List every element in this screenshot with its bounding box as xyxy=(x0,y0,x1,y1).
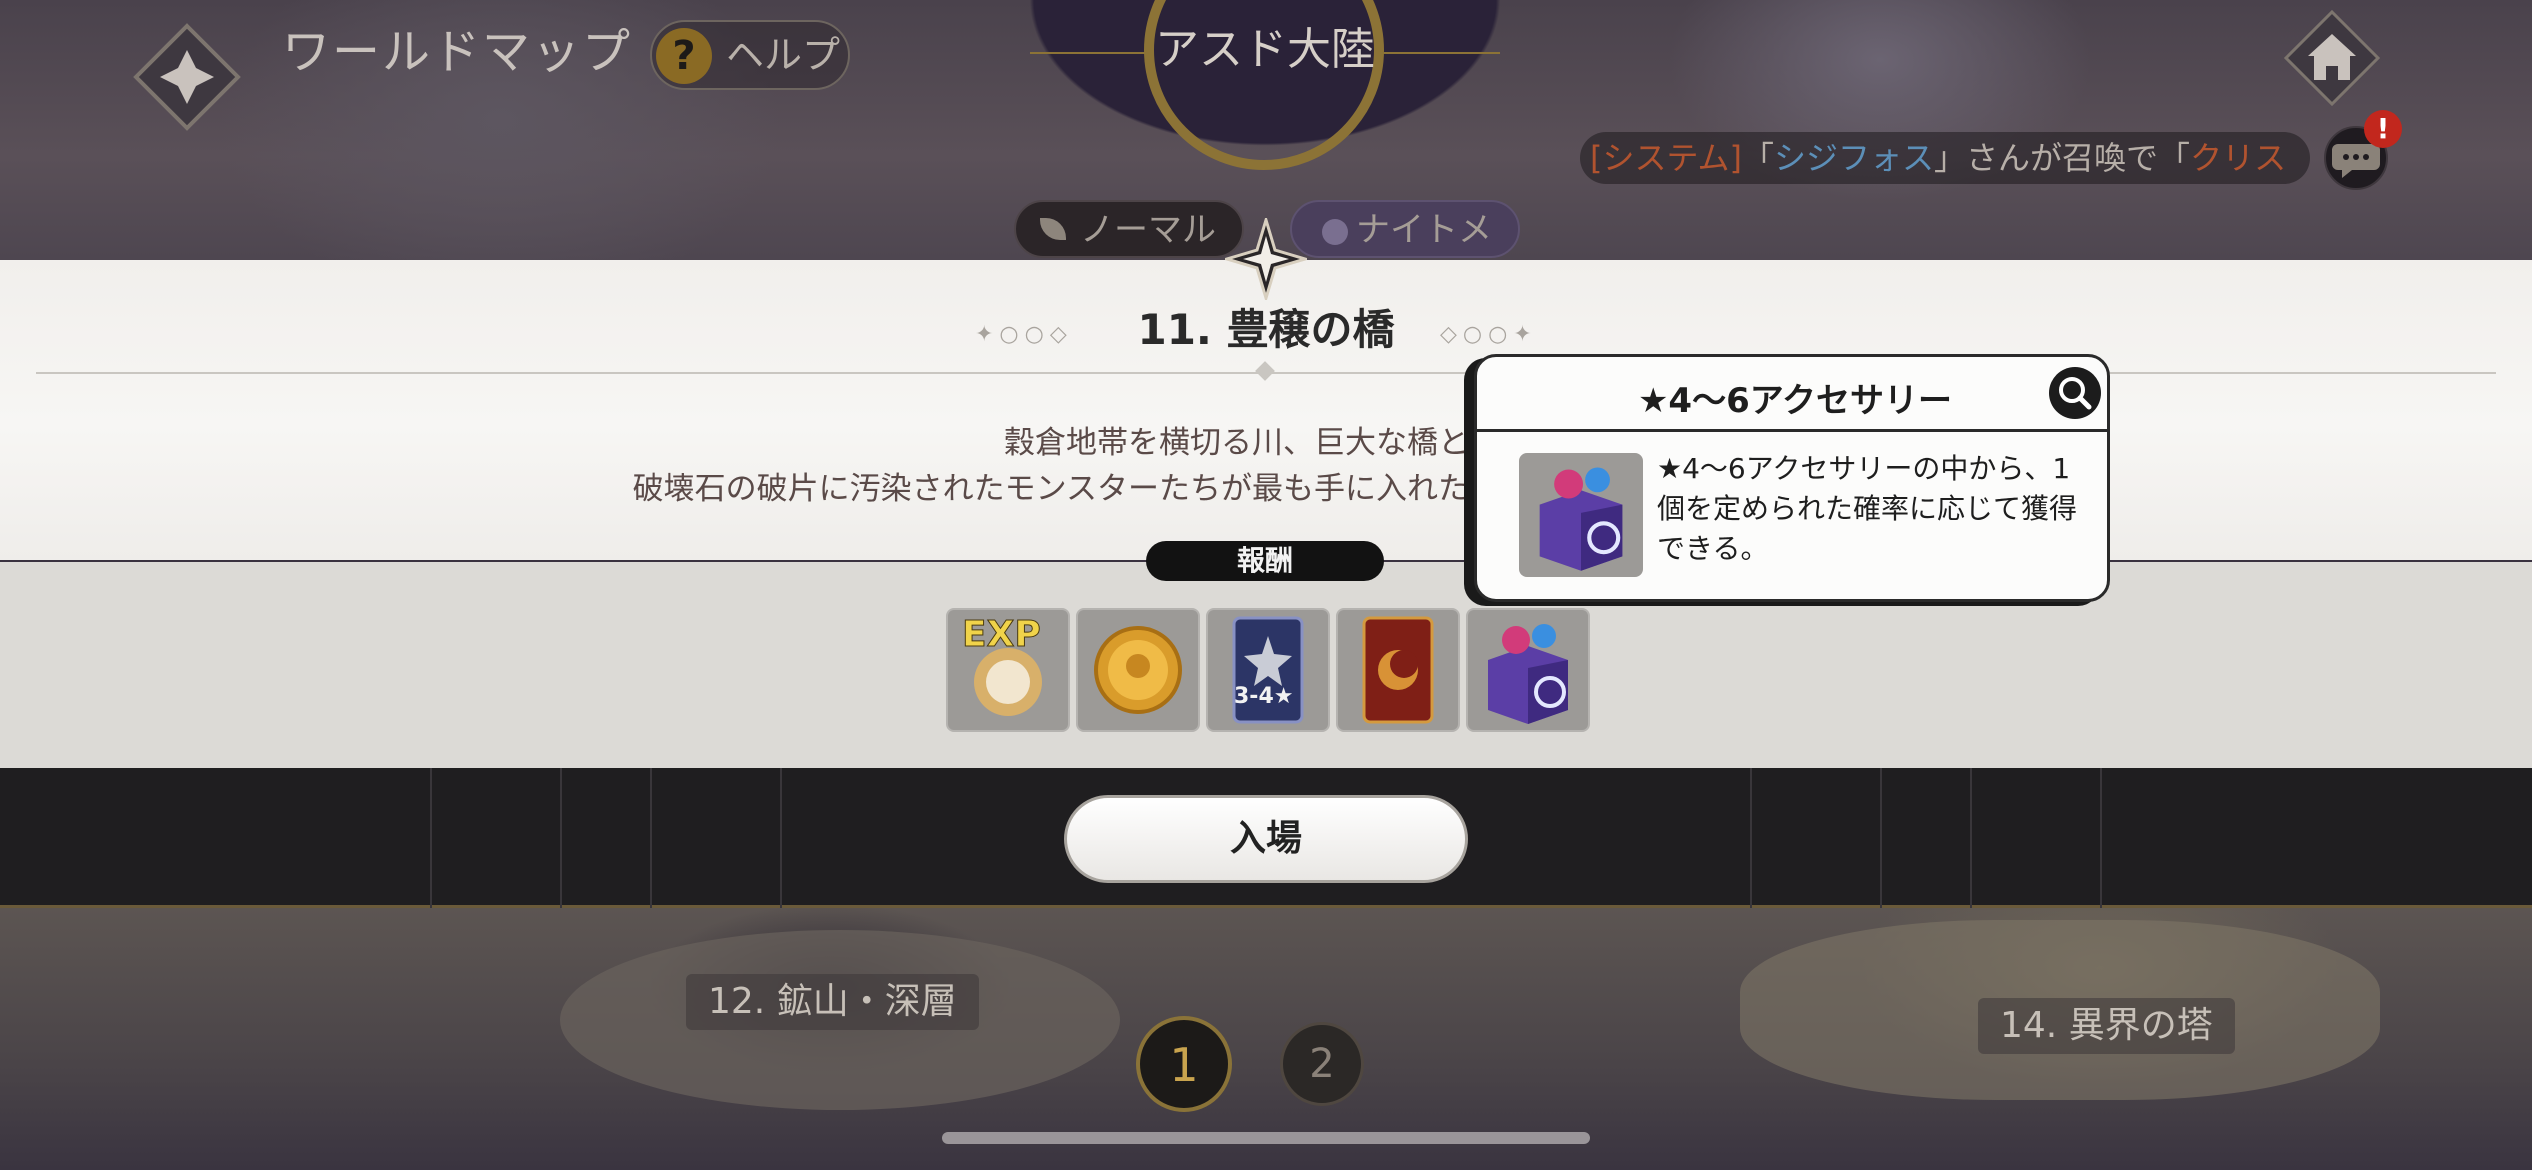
map-node-label-right[interactable]: 14. 異界の塔 xyxy=(1978,998,2235,1054)
card-reward[interactable]: 3-4★ xyxy=(1206,608,1330,732)
tooltip-item-icon xyxy=(1519,453,1643,577)
stage-description-line2: 破壊石の破片に汚染されたモンスターたちが最も手に入れたが xyxy=(632,471,1500,507)
page-button-2[interactable]: 2 xyxy=(1280,1022,1364,1106)
back-button[interactable] xyxy=(132,22,242,132)
system-quote-open: 「 xyxy=(1742,139,1775,177)
system-player-name: シジフォス xyxy=(1774,139,1935,177)
help-icon: ? xyxy=(656,28,712,84)
home-indicator-bar[interactable] xyxy=(942,1132,1590,1144)
help-label: ヘルプ xyxy=(726,33,841,77)
red-card-icon xyxy=(1362,616,1434,724)
map-node-label-left[interactable]: 12. 鉱山・深層 xyxy=(686,974,979,1030)
page-title: ワールドマップ xyxy=(282,24,633,80)
system-message-middle: 」さんが召喚で「 xyxy=(1934,139,2191,177)
leaf-icon xyxy=(1040,218,1066,240)
footer-ring-line xyxy=(2100,768,2102,908)
exp-reward[interactable]: EXP xyxy=(946,608,1070,732)
enter-button[interactable]: 入場 xyxy=(1064,795,1468,883)
silver-card-icon xyxy=(1232,616,1304,724)
exp-reward-text: EXP xyxy=(962,614,1042,656)
home-button[interactable] xyxy=(2283,9,2381,107)
panel-star-emblem xyxy=(1221,214,1311,304)
tooltip-search-button[interactable] xyxy=(2049,367,2101,419)
magnifier-icon xyxy=(2059,377,2092,410)
back-diamond-icon xyxy=(133,23,241,131)
tab-nightmare[interactable]: ナイトメア xyxy=(1290,200,1520,306)
system-hero-name: クリス xyxy=(2190,139,2287,177)
gold-reward[interactable] xyxy=(1076,608,1200,732)
reward-label: 報酬 xyxy=(1146,541,1384,581)
reward-tooltip: ★4〜6アクセサリー ★4〜6アクセサリーの中から、1個を定められた確率に応じて… xyxy=(1474,354,2110,602)
red-card-reward[interactable] xyxy=(1336,608,1460,732)
footer-ring-line xyxy=(560,768,562,908)
tooltip-description: ★4〜6アクセサリーの中から、1個を定められた確率に応じて獲得できる。 xyxy=(1657,452,2078,565)
system-tag: [システム] xyxy=(1590,139,1743,177)
tab-normal-label: ノーマル xyxy=(1080,210,1216,250)
footer-ring-line xyxy=(780,768,782,908)
accessory-box-reward[interactable] xyxy=(1466,608,1590,732)
home-icon xyxy=(2283,9,2381,107)
footer-ring-line xyxy=(1880,768,1882,908)
tooltip-title: ★4〜6アクセサリー xyxy=(1637,381,1953,421)
stage-description: 穀倉地帯を横切る川、巨大な橋とホ 破壊石の破片に汚染されたモンスターたちが最も手… xyxy=(560,420,1500,512)
region-name: アスド大陸 xyxy=(1155,24,1375,75)
tooltip-separator xyxy=(1477,429,2109,432)
star-emblem-icon xyxy=(1221,214,1311,304)
footer-ring-line xyxy=(430,768,432,908)
help-button[interactable]: ? ヘルプ xyxy=(650,20,850,90)
chat-notification-badge: ! xyxy=(2364,110,2402,148)
footer-ring-line xyxy=(650,768,652,908)
accessory-box-icon xyxy=(1539,467,1623,571)
system-message-ticker: [システム]「シジフォス」さんが召喚で「クリス xyxy=(1580,132,2310,184)
footer-ring-line xyxy=(1750,768,1752,908)
stage-description-line1: 穀倉地帯を横切る川、巨大な橋とホ xyxy=(1004,425,1500,461)
footer-ring-line xyxy=(1970,768,1972,908)
skull-icon xyxy=(1322,218,1348,245)
card-reward-text: 3-4★ xyxy=(1234,684,1294,709)
accessory-box-icon xyxy=(1488,624,1568,724)
tab-normal[interactable]: ノーマル xyxy=(1014,200,1244,258)
title-ornament-right: ◇○○✦ xyxy=(1440,322,1538,347)
page-button-1[interactable]: 1 xyxy=(1136,1016,1232,1112)
gold-coin-icon xyxy=(1094,626,1182,714)
